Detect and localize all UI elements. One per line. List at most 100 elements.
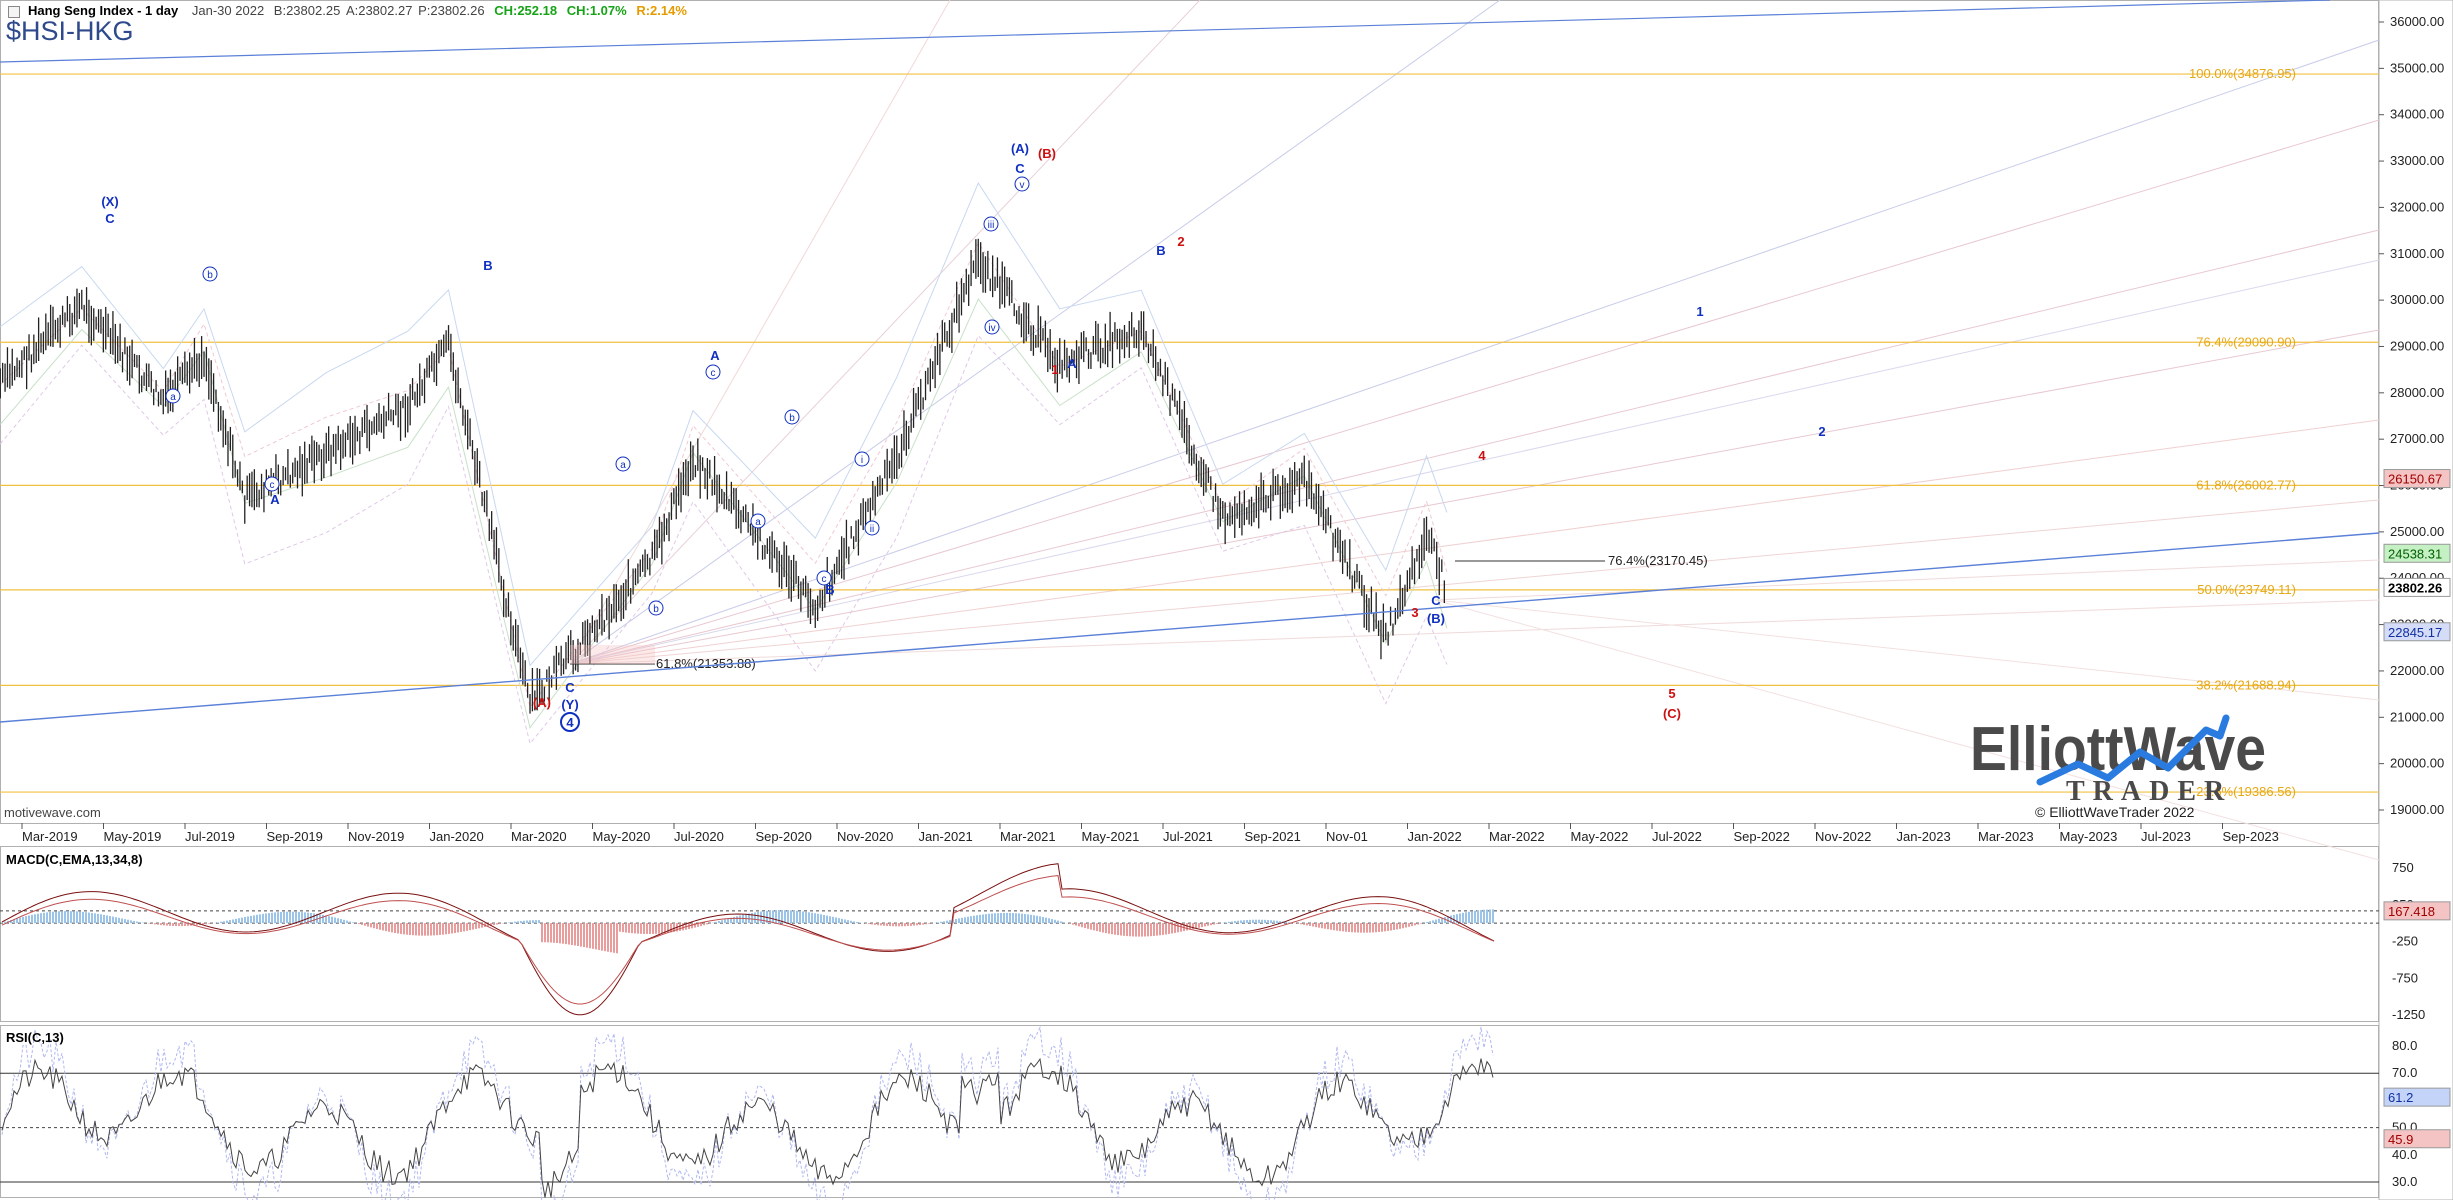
wave-label: C <box>105 211 115 226</box>
price-tick-label: 35000.00 <box>2390 60 2444 75</box>
rsi-tick-label: 80.0 <box>2392 1038 2417 1053</box>
price-badge-label: 23802.26 <box>2388 580 2442 595</box>
rsi-badge-label: 61.2 <box>2388 1090 2413 1105</box>
price-tick-label: 19000.00 <box>2390 802 2444 817</box>
date-tick-label: Mar-2022 <box>1489 829 1545 844</box>
wave-label: 3 <box>1411 605 1418 620</box>
wave-label: (B) <box>1427 611 1445 626</box>
price-tick-label: 28000.00 <box>2390 385 2444 400</box>
wave-label: B <box>825 582 834 597</box>
rsi-tick-label: 40.0 <box>2392 1147 2417 1162</box>
macd-line <box>1 863 1495 1016</box>
date-tick-label: May-2023 <box>2060 829 2118 844</box>
date-tick-label: Nov-2020 <box>837 829 893 844</box>
date-tick-label: May-2020 <box>593 829 651 844</box>
wave-label: (A) <box>533 695 551 710</box>
macd-tick-label: -250 <box>2392 934 2418 949</box>
wave-label: c <box>270 480 275 491</box>
wave-label: (B) <box>1038 146 1056 161</box>
macd-badge-label: 167.418 <box>2388 904 2435 919</box>
wave-label: (C) <box>1663 706 1681 721</box>
date-tick-label: Mar-2023 <box>1978 829 2034 844</box>
date-tick-label: Jan-2023 <box>1897 829 1951 844</box>
date-tick-label: Jan-2020 <box>430 829 484 844</box>
date-axis-ticks: Mar-2019 May-2019 Jul-2019 Sep-2019 Nov-2019… <box>21 823 2279 844</box>
wave-label: C <box>1431 593 1441 608</box>
date-tick-label: Sep-2019 <box>267 829 323 844</box>
wave-label: a <box>170 392 176 403</box>
band-line <box>0 241 1448 709</box>
wave-label: A <box>1067 356 1077 371</box>
wave-label: B <box>1156 243 1165 258</box>
elliottwave-logo: ElliottWave TRADER <box>1970 714 2266 802</box>
main-trendline[interactable] <box>0 532 2380 723</box>
band-line <box>0 182 1448 667</box>
date-tick-label: Jan-2021 <box>919 829 973 844</box>
date-tick-label: May-2022 <box>1571 829 1629 844</box>
wave-label: 4 <box>1478 448 1486 463</box>
wave-label: B <box>483 258 492 273</box>
fib-label: 76.4%(29090.90) <box>2196 334 2296 349</box>
wave-label: (A) <box>1011 141 1029 156</box>
macd-tick-label: -1250 <box>2392 1007 2425 1022</box>
wave-label: i <box>861 455 863 466</box>
date-tick-label: Jul-2021 <box>1163 829 1213 844</box>
wave-label: 2 <box>1818 424 1825 439</box>
range-pct: R:2.14% <box>636 3 687 18</box>
rsi-panel-frame <box>0 1025 2379 1198</box>
macd-panel: 750250-250-750-1250167.418 <box>0 860 2451 1022</box>
price-badge-label: 24538.31 <box>2388 546 2442 561</box>
rsi-line <box>1 1057 1494 1198</box>
date-tick-label: Sep-2023 <box>2223 829 2279 844</box>
wave-label: a <box>620 460 626 471</box>
change-abs: CH:252.18 <box>494 3 558 18</box>
wave-label: 1 <box>1051 362 1058 377</box>
wave-label: v <box>1020 180 1025 191</box>
price-tick-label: 34000.00 <box>2390 107 2444 122</box>
band-line <box>0 334 1448 745</box>
fib-label: 38.2%(21688.94) <box>2196 677 2296 692</box>
fan-line <box>569 599 2380 665</box>
bid-value: B:23802.25 <box>273 3 341 18</box>
retrace-high-label: 76.4%(23170.45) <box>1608 553 1708 568</box>
price-tick-label: 21000.00 <box>2390 709 2444 724</box>
price-tick-label: 32000.00 <box>2390 199 2444 214</box>
price-badge-label: 22845.17 <box>2388 625 2442 640</box>
price-tick-label: 33000.00 <box>2390 153 2444 168</box>
change-pct: CH:1.07% <box>566 3 627 18</box>
wave-label: 1 <box>1696 304 1703 319</box>
motivewave-watermark: motivewave.com <box>4 805 101 820</box>
ask-value: A:23802.27 <box>345 3 413 18</box>
candles <box>0 238 1445 714</box>
price-tick-label: 36000.00 <box>2390 14 2444 29</box>
rsi-tick-label: 70.0 <box>2392 1065 2417 1080</box>
date-tick-label: Sep-2020 <box>756 829 812 844</box>
date-tick-label: Jul-2023 <box>2141 829 2191 844</box>
wave-label: b <box>789 413 795 424</box>
fan-line <box>569 329 2380 665</box>
copyright-text: © ElliottWaveTrader 2022 <box>2035 804 2195 820</box>
wave-label: ii <box>870 524 874 535</box>
price-tick-label: 25000.00 <box>2390 524 2444 539</box>
price-badge-label: 26150.67 <box>2388 472 2442 487</box>
wave-label: C <box>565 680 575 695</box>
date-tick-label: Jul-2019 <box>185 829 235 844</box>
wave-label: 4 <box>566 715 574 730</box>
wave-label: A <box>710 348 720 363</box>
price-tick-label: 31000.00 <box>2390 246 2444 261</box>
fan-line <box>569 0 1501 665</box>
date-tick-label: Nov-2022 <box>1815 829 1871 844</box>
rsi-badge-label: 45.9 <box>2388 1132 2413 1147</box>
bar-date: Jan-30 2022 <box>191 3 265 18</box>
wave-label: b <box>207 270 213 281</box>
fib-label: 100.0%(34876.95) <box>2189 66 2296 81</box>
wave-label: a <box>755 517 761 528</box>
wave-label: 2 <box>1177 234 1184 249</box>
price-tick-label: 22000.00 <box>2390 663 2444 678</box>
price-tick-label: 29000.00 <box>2390 338 2444 353</box>
date-tick-label: May-2019 <box>104 829 162 844</box>
macd-panel-frame <box>0 846 2379 1022</box>
price-tick-label: 20000.00 <box>2390 756 2444 771</box>
rsi-tick-label: 30.0 <box>2392 1174 2417 1189</box>
wave-label: (Y) <box>561 697 578 712</box>
